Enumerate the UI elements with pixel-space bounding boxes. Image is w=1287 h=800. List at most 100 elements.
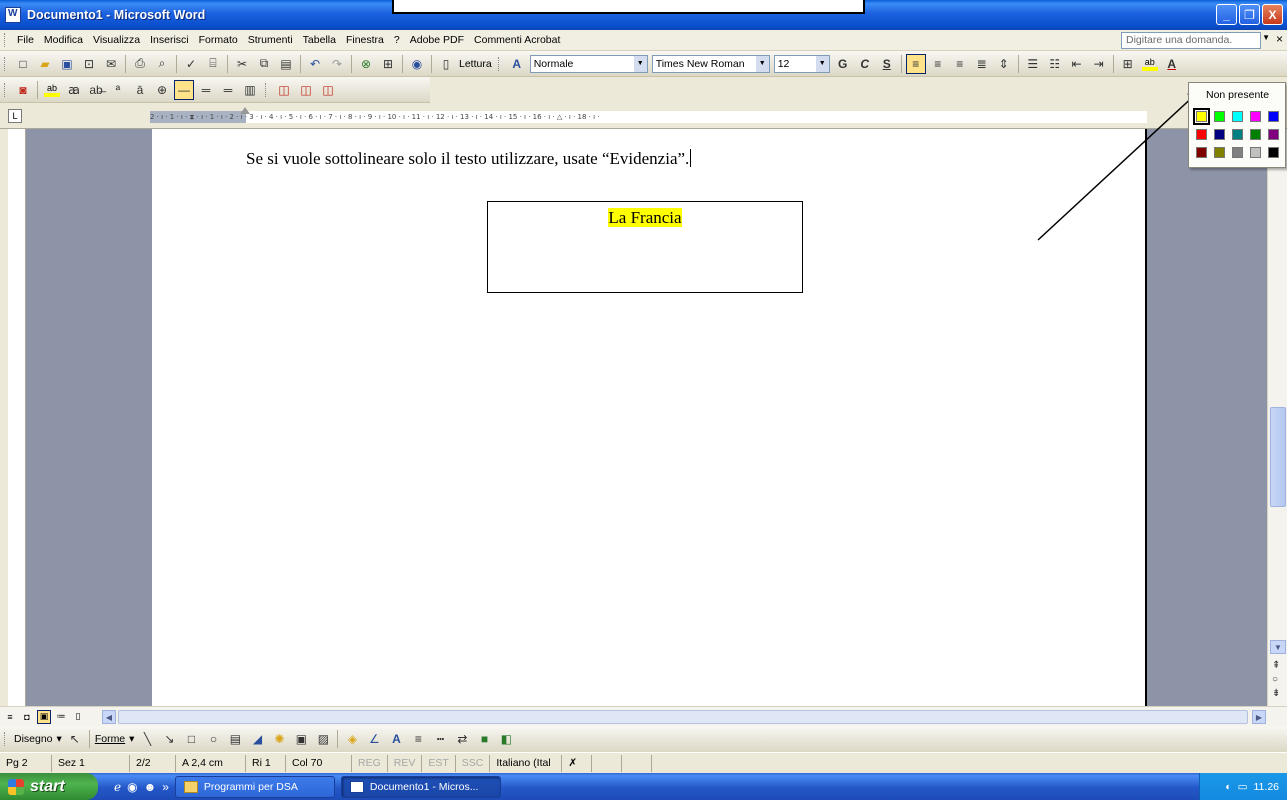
open-folder-icon[interactable]: ▰	[35, 54, 55, 74]
status-line[interactable]: Ri 1	[246, 754, 286, 772]
toolbar-grip[interactable]	[265, 82, 269, 97]
display-icon[interactable]: ▭	[1238, 781, 1248, 793]
color-swatch[interactable]	[1196, 129, 1207, 140]
color-swatch[interactable]	[1250, 129, 1261, 140]
taskbar-item-word[interactable]: Documento1 - Micros...	[340, 775, 501, 798]
web-view-icon[interactable]: ◘	[20, 710, 34, 724]
print-preview-icon[interactable]: ⌕	[152, 54, 172, 74]
print-layout-icon[interactable]: ▣	[37, 709, 51, 724]
color-swatch[interactable]	[1250, 147, 1261, 158]
menu-strumenti[interactable]: Strumenti	[243, 34, 298, 46]
align-right-icon[interactable]: ≡	[950, 54, 970, 74]
clip-art-icon[interactable]: ▣	[291, 729, 311, 749]
shapes-menu[interactable]: Forme	[95, 733, 125, 745]
dash-style-icon[interactable]: ┅	[430, 729, 450, 749]
select-objects-icon[interactable]: ↖	[65, 729, 85, 749]
line-color-icon[interactable]: ∠	[364, 729, 384, 749]
draw-menu[interactable]: Disegno	[14, 733, 53, 745]
chevron-down-icon[interactable]: ▾	[129, 733, 134, 745]
ruby-text-icon[interactable]: ā	[130, 80, 150, 100]
color-swatch[interactable]	[1268, 129, 1279, 140]
status-rec[interactable]: REG	[352, 754, 388, 772]
minimize-button[interactable]: _	[1216, 4, 1237, 25]
new-document-icon[interactable]: □	[13, 54, 33, 74]
pdf-create-icon[interactable]: ◫	[274, 80, 294, 100]
text-box[interactable]: La Francia	[487, 201, 803, 293]
menu-file[interactable]: File	[12, 34, 39, 46]
underline-button[interactable]: S	[877, 54, 897, 74]
highlight-button[interactable]: ab	[1139, 54, 1161, 74]
ask-dropdown-icon[interactable]: ▼	[1262, 33, 1270, 42]
taskbar-item-folder[interactable]: Programmi per DSA	[174, 775, 335, 798]
style-select[interactable]: Normale ▼	[529, 54, 648, 73]
color-swatch[interactable]	[1232, 129, 1243, 140]
reading-mode-icon[interactable]: ▯	[436, 54, 456, 74]
vertical-scroll-thumb[interactable]	[1270, 407, 1286, 507]
document-close-button[interactable]: ×	[1276, 32, 1283, 46]
previous-page-icon[interactable]: ⇞	[1272, 660, 1280, 671]
redo-icon[interactable]: ↷	[327, 54, 347, 74]
chevron-down-icon[interactable]: ▼	[633, 55, 647, 72]
oval-tool-icon[interactable]: ○	[203, 729, 223, 749]
menu-formato[interactable]: Formato	[194, 34, 243, 46]
scroll-left-button[interactable]: ◀	[102, 710, 116, 724]
borders-icon[interactable]: ⊞	[1118, 54, 1138, 74]
tab-selector[interactable]: L	[8, 109, 22, 123]
clock[interactable]: 11.26	[1254, 781, 1280, 793]
double-line-icon[interactable]: ═	[196, 80, 216, 100]
text-effect-icon[interactable]: ꜳ	[64, 80, 84, 100]
toolbar-grip[interactable]	[4, 82, 8, 97]
line-spacing-icon[interactable]: ⇕	[994, 54, 1014, 74]
word-app-icon[interactable]	[5, 7, 21, 23]
paragraph[interactable]: Se si vuole sottolineare solo il testo u…	[246, 149, 692, 169]
3d-icon[interactable]: ◧	[496, 729, 516, 749]
internet-explorer-icon[interactable]: ℯ	[114, 780, 121, 794]
vertical-ruler[interactable]	[8, 129, 26, 706]
fill-color-icon[interactable]: ◈	[342, 729, 362, 749]
menu-inserisci[interactable]: Inserisci	[145, 34, 194, 46]
copy-icon[interactable]: ⧉	[254, 54, 274, 74]
email-icon[interactable]: ✉	[101, 54, 121, 74]
menu-grip[interactable]	[4, 33, 8, 47]
numbered-list-icon[interactable]: ☰	[1023, 54, 1043, 74]
color-swatch[interactable]	[1214, 147, 1225, 158]
font-size-select[interactable]: 12 ▼	[773, 54, 830, 73]
start-button[interactable]: start	[0, 773, 98, 800]
color-swatch[interactable]	[1196, 147, 1207, 158]
bulleted-list-icon[interactable]: ☷	[1045, 54, 1065, 74]
status-section[interactable]: Sez 1	[52, 754, 130, 772]
reading-mode-label[interactable]: Lettura	[459, 58, 492, 70]
color-swatch[interactable]	[1214, 111, 1225, 122]
table-icon[interactable]: ⊞	[378, 54, 398, 74]
status-overtype[interactable]: SSC	[456, 754, 491, 772]
font-select[interactable]: Times New Roman ▼	[651, 54, 770, 73]
vertical-scrollbar[interactable]: ▼ ⇞ ○ ⇟	[1267, 129, 1287, 706]
color-swatch[interactable]	[1232, 147, 1243, 158]
horizontal-ruler[interactable]: L 2 · ı · 1 · ı · ⧗ · ı · 1 · ı · 2 · ı …	[0, 105, 1287, 129]
menu-finestra[interactable]: Finestra	[341, 34, 389, 46]
horizontal-scroll-track[interactable]	[118, 710, 1248, 724]
text-box-tool-icon[interactable]: ▤	[225, 729, 245, 749]
close-button[interactable]: X	[1262, 4, 1283, 25]
justify-icon[interactable]: ≣	[972, 54, 992, 74]
media-icon[interactable]: ◉	[127, 780, 137, 794]
diagram-icon[interactable]: ✺	[269, 729, 289, 749]
menu-tabella[interactable]: Tabella	[298, 34, 341, 46]
strikethrough-icon[interactable]: ab̶	[86, 80, 106, 100]
menu-visualizza[interactable]: Visualizza	[88, 34, 145, 46]
reading-view-icon[interactable]: ▯	[71, 710, 85, 724]
font-color-button[interactable]: A	[1162, 54, 1182, 74]
rectangle-tool-icon[interactable]: □	[181, 729, 201, 749]
enclose-character-icon[interactable]: ⊕	[152, 80, 172, 100]
no-highlight-option[interactable]: Non presente	[1194, 87, 1282, 103]
status-position[interactable]: A 2,4 cm	[176, 754, 246, 772]
help-icon[interactable]: ◉	[407, 54, 427, 74]
messenger-icon[interactable]: ☻	[144, 780, 157, 794]
arrow-style-icon[interactable]: ⇄	[452, 729, 472, 749]
toolbar-grip[interactable]	[4, 732, 8, 746]
shadow-icon[interactable]: ■	[474, 729, 494, 749]
status-column[interactable]: Col 70	[286, 754, 352, 772]
toolbar-grip[interactable]	[4, 56, 8, 71]
bold-button[interactable]: G	[833, 54, 853, 74]
scroll-right-button[interactable]: ▶	[1252, 710, 1266, 724]
